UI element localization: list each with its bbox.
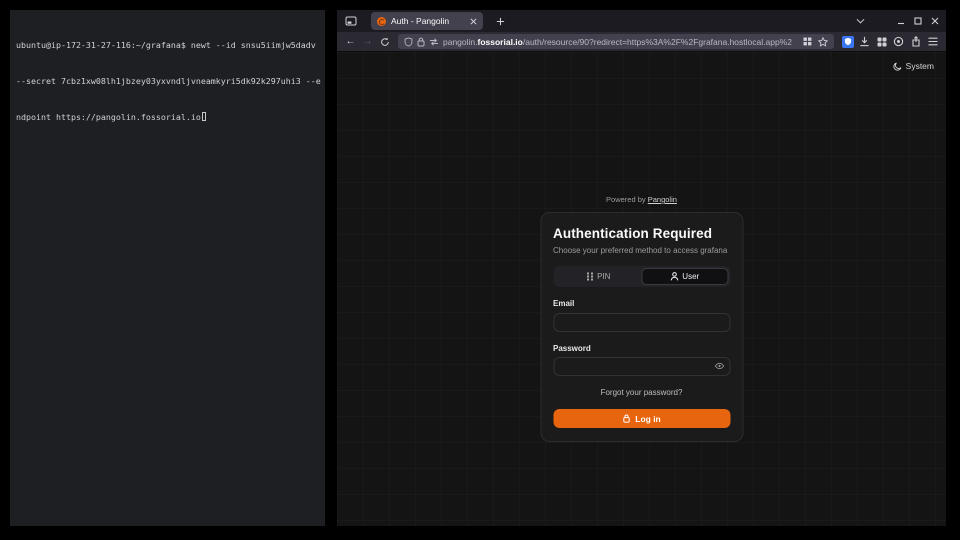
email-field[interactable]: [553, 313, 730, 332]
moon-icon: [893, 62, 902, 71]
email-label: Email: [553, 299, 730, 308]
auth-card: Authentication Required Choose your pref…: [540, 212, 743, 442]
padlock-icon: [622, 414, 630, 423]
pangolin-link[interactable]: Pangolin: [648, 195, 677, 204]
permissions-arrows-icon[interactable]: [429, 38, 439, 46]
account-icon[interactable]: [890, 36, 907, 47]
browser-toolbar: ← → pangolin.fossorial.io/auth/resource/…: [337, 32, 946, 52]
menu-hamburger-icon[interactable]: [924, 37, 941, 46]
tab-pin[interactable]: PIN: [555, 268, 642, 285]
list-all-tabs-icon[interactable]: [852, 18, 868, 24]
pangolin-favicon-icon: [377, 17, 386, 26]
theme-label: System: [906, 61, 934, 71]
tab-title: Auth - Pangolin: [391, 16, 465, 26]
reload-icon[interactable]: [376, 37, 393, 47]
powered-by: Powered by Pangolin: [540, 195, 743, 204]
terminal-line: --secret 7cbz1xw08lh1jbzey03yxvndljvneam…: [16, 75, 325, 87]
password-label: Password: [553, 344, 730, 353]
extensions-icon[interactable]: [873, 37, 890, 47]
url-bar[interactable]: pangolin.fossorial.io/auth/resource/90?r…: [398, 34, 834, 49]
back-icon[interactable]: ←: [342, 36, 359, 47]
tab-close-icon[interactable]: [470, 18, 477, 25]
terminal-cursor: [202, 112, 207, 121]
terminal-line: ndpoint https://pangolin.fossorial.io: [16, 111, 325, 123]
person-icon: [670, 272, 678, 281]
shortcuts-grid-icon[interactable]: [803, 37, 812, 46]
downloads-icon[interactable]: [856, 36, 873, 47]
auth-method-tabs: PIN User: [553, 266, 730, 287]
new-tab-button[interactable]: [492, 17, 508, 26]
maximize-button[interactable]: [909, 10, 926, 32]
password-field[interactable]: [553, 357, 730, 376]
lock-icon[interactable]: [417, 37, 425, 47]
tab-user[interactable]: User: [642, 268, 729, 285]
auth-section: Powered by Pangolin Authentication Requi…: [540, 195, 743, 442]
login-button[interactable]: Log in: [553, 409, 730, 428]
tracking-protection-shield-icon[interactable]: [404, 37, 413, 47]
theme-toggle[interactable]: System: [893, 61, 934, 71]
card-subtitle: Choose your preferred method to access g…: [553, 246, 730, 255]
forward-icon[interactable]: →: [359, 36, 376, 47]
url-text: pangolin.fossorial.io/auth/resource/90?r…: [443, 37, 799, 47]
share-icon[interactable]: [907, 36, 924, 47]
show-password-eye-icon[interactable]: [714, 363, 724, 370]
ublock-extension-icon[interactable]: [839, 36, 856, 48]
page-content: System Powered by Pangolin Authenticatio…: [337, 52, 946, 526]
minimize-button[interactable]: [892, 10, 909, 32]
terminal-line: ubuntu@ip-172-31-27-116:~/grafana$ newt …: [16, 39, 325, 51]
browser-tab-bar: Auth - Pangolin: [337, 10, 946, 32]
terminal-window[interactable]: ubuntu@ip-172-31-27-116:~/grafana$ newt …: [10, 10, 325, 526]
browser-tab-active[interactable]: Auth - Pangolin: [371, 12, 483, 30]
card-title: Authentication Required: [553, 226, 730, 241]
bookmark-star-icon[interactable]: [818, 37, 828, 47]
terminal-output: ubuntu@ip-172-31-27-116:~/grafana$ newt …: [10, 10, 325, 147]
firefox-view-icon[interactable]: [337, 15, 365, 27]
browser-window: Auth - Pangolin ← →: [337, 10, 946, 526]
close-button[interactable]: [926, 10, 943, 32]
keypad-icon: [586, 272, 593, 281]
forgot-password-link[interactable]: Forgot your password?: [553, 388, 730, 397]
